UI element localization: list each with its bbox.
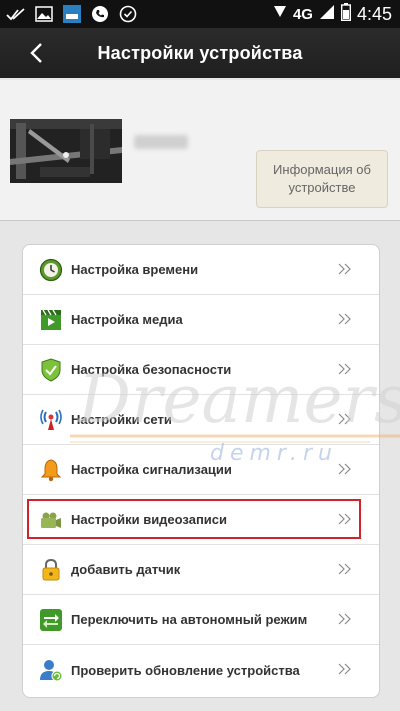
menu-item-add-sensor[interactable]: добавить датчик — [23, 545, 379, 595]
menu-item-label: Проверить обновление устройства — [71, 662, 300, 678]
vibrate-icon — [273, 4, 287, 24]
double-chevron-right-icon — [337, 511, 353, 527]
double-chevron-right-icon — [337, 661, 353, 677]
menu-item-label: Настройки сети — [71, 412, 172, 427]
double-chevron-right-icon — [337, 311, 353, 327]
menu-item-label: Настройка времени — [71, 262, 199, 277]
page-title: Настройки устройства — [97, 42, 303, 63]
double-chevron-right-icon — [337, 411, 353, 427]
device-info-button[interactable]: Информация об устройстве — [256, 150, 388, 208]
lock-icon — [39, 558, 63, 582]
clock-time: 4:45 — [356, 3, 392, 24]
network-type: 4G — [292, 5, 313, 23]
app-icon — [62, 5, 82, 23]
double-chevron-right-icon — [337, 561, 353, 577]
menu-item-label: Настройка безопасности — [71, 362, 232, 377]
menu-item-label: Настройки видеозаписи — [71, 512, 228, 527]
menu-item-media[interactable]: Настройка медиа — [23, 295, 379, 345]
bell-icon — [39, 458, 63, 482]
phone-icon — [90, 5, 110, 23]
menu-item-label: Настройка медиа — [71, 312, 183, 327]
settings-menu: Настройка времени Настройка медиа Настро… — [22, 244, 380, 698]
menu-item-check-update[interactable]: Проверить обновление устройства — [23, 645, 379, 695]
circle-check-icon — [118, 5, 138, 23]
image-icon — [34, 5, 54, 23]
battery-icon — [340, 2, 351, 26]
menu-item-label: Настройка сигнализации — [71, 462, 232, 477]
menu-item-label: Переключить на автономный режим — [71, 612, 308, 627]
menu-item-time[interactable]: Настройка времени — [23, 245, 379, 295]
double-chevron-right-icon — [337, 361, 353, 377]
clock-icon — [39, 258, 63, 282]
menu-item-video-recording[interactable]: Настройки видеозаписи — [23, 495, 379, 545]
signal-icon — [319, 4, 335, 25]
back-button[interactable] — [20, 38, 52, 68]
status-left-icons — [0, 5, 138, 23]
check-marks-icon — [6, 5, 26, 23]
status-bar: 4G 4:45 — [0, 0, 400, 28]
user-update-icon — [39, 658, 63, 682]
menu-item-security[interactable]: Настройка безопасности — [23, 345, 379, 395]
status-right: 4G 4:45 — [273, 2, 400, 26]
camera-preview[interactable] — [10, 119, 122, 183]
app-header: Настройки устройства — [0, 28, 400, 78]
menu-item-label: добавить датчик — [71, 562, 181, 577]
antenna-icon — [39, 408, 63, 432]
switch-arrows-icon — [39, 608, 63, 632]
device-name-blurred — [134, 135, 188, 149]
double-chevron-right-icon — [337, 261, 353, 277]
device-panel: Информация об устройстве — [0, 80, 400, 221]
menu-item-alarm[interactable]: Настройка сигнализации — [23, 445, 379, 495]
menu-item-network[interactable]: Настройки сети — [23, 395, 379, 445]
media-icon — [39, 308, 63, 332]
double-chevron-right-icon — [337, 611, 353, 627]
chevron-left-icon — [30, 43, 42, 63]
shield-icon — [39, 357, 63, 382]
menu-item-standalone-mode[interactable]: Переключить на автономный режим — [23, 595, 379, 645]
video-camera-icon — [39, 508, 63, 532]
double-chevron-right-icon — [337, 461, 353, 477]
